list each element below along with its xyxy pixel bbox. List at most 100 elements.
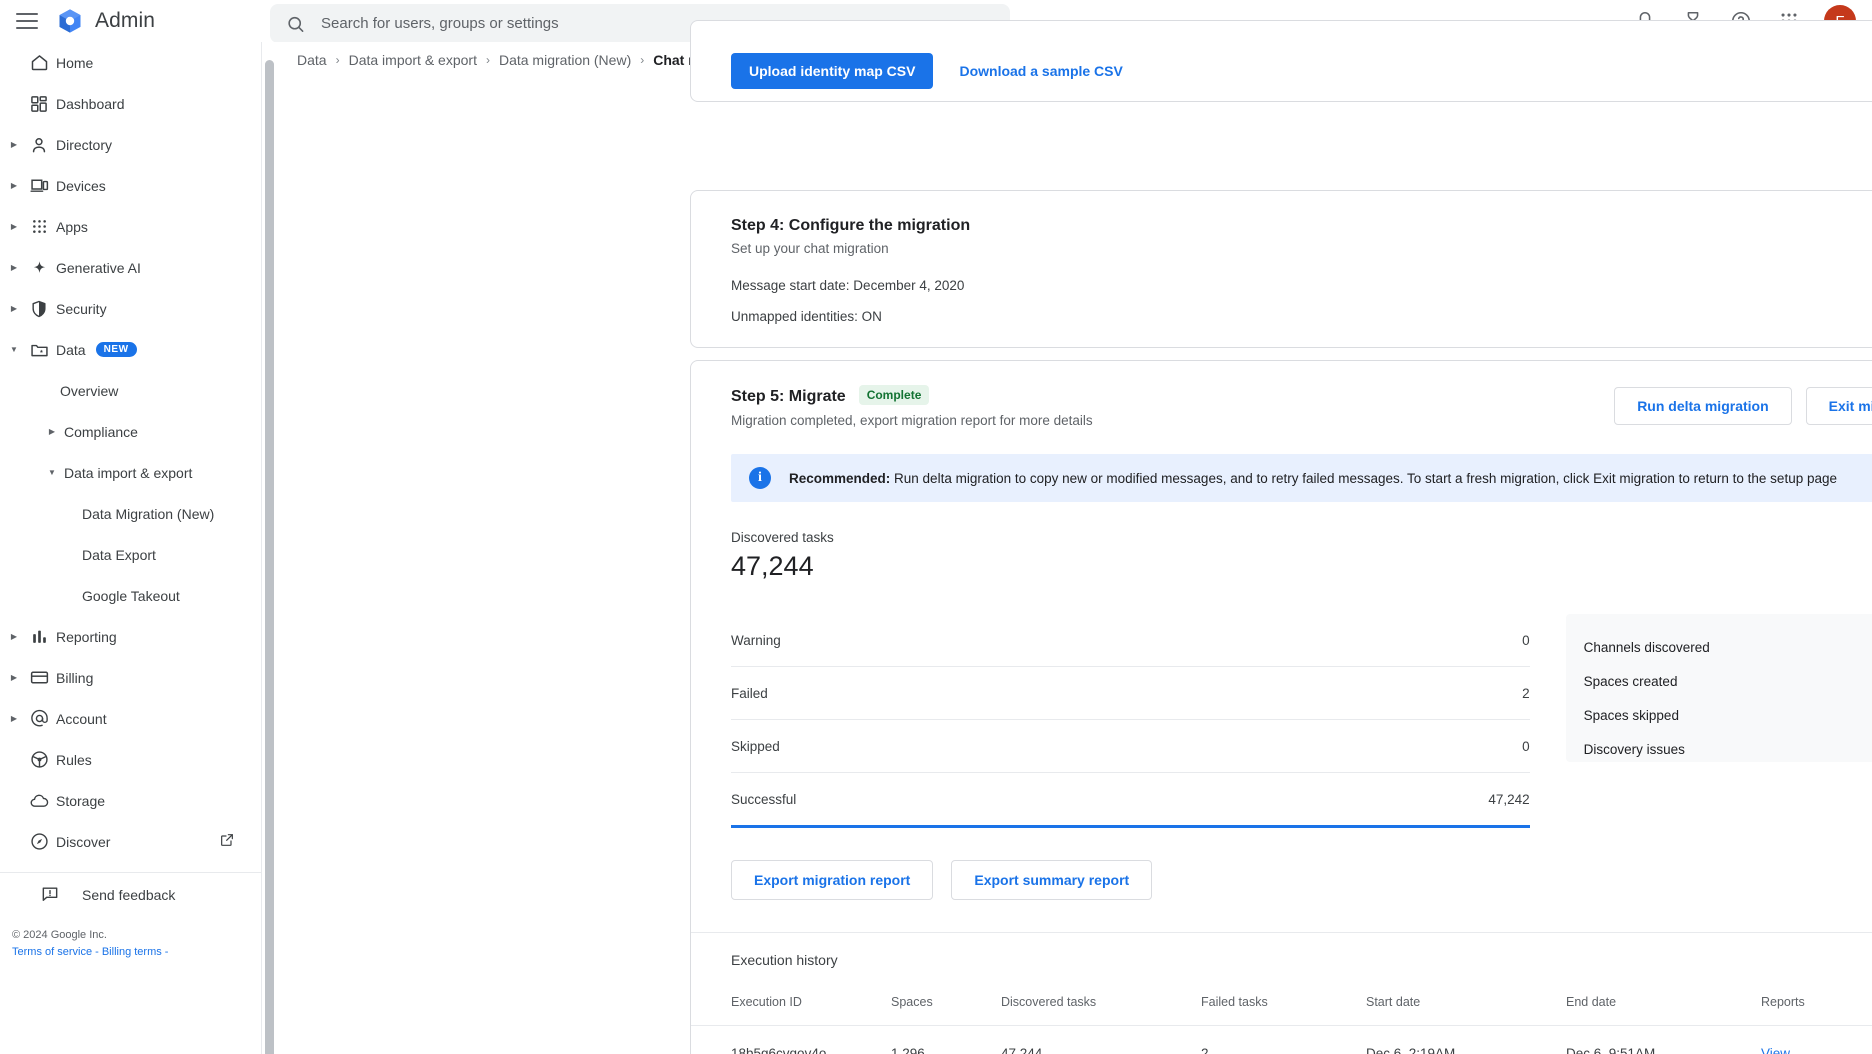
caret-icon: ▶ — [6, 304, 22, 313]
sidebar-item-storage[interactable]: ▶ Storage — [0, 780, 261, 821]
sidebar-item-data-export[interactable]: Data Export — [0, 534, 261, 575]
summary-label: Spaces created — [1584, 674, 1678, 689]
message-start-date: Message start date: December 4, 2020 — [731, 278, 1872, 293]
sidebar-item-google-takeout[interactable]: Google Takeout — [0, 575, 261, 616]
sidebar-item-label: Security — [56, 301, 107, 317]
cell-start-date: Dec 6, 2:19AM — [1366, 1026, 1566, 1054]
legal-links[interactable]: Terms of service - Billing terms - — [12, 946, 168, 958]
brand[interactable]: Admin — [56, 7, 155, 35]
sidebar-item-label: Discover — [56, 834, 110, 850]
table-row: 18b5g6cvqov4o 1,296 47,244 2 Dec 6, 2:19… — [691, 1026, 1872, 1054]
summary-row: Spaces skipped 0 — [1584, 698, 1872, 732]
sidebar-item-label: Dashboard — [56, 96, 125, 112]
column-header-failed-tasks: Failed tasks — [1201, 987, 1366, 1026]
sidebar-item-billing[interactable]: ▶ Billing — [0, 657, 261, 698]
sidebar-item-directory[interactable]: ▶ Directory — [0, 124, 261, 165]
banner-body: Run delta migration to copy new or modif… — [890, 471, 1837, 486]
export-summary-report-button[interactable]: Export summary report — [951, 860, 1152, 900]
column-header-execution-id: Execution ID — [691, 987, 891, 1026]
cell-end-date: Dec 6, 9:51AM — [1566, 1026, 1761, 1054]
cell-failed-tasks: 2 — [1201, 1026, 1366, 1054]
sidebar: ▶ Home ▶ Dashboard ▶ Director — [0, 42, 262, 1054]
sidebar-item-discover[interactable]: ▶ Discover — [0, 821, 261, 862]
sidebar-footer: © 2024 Google Inc. Terms of service - Bi… — [0, 927, 261, 961]
column-header-reports: Reports — [1761, 987, 1872, 1026]
cell-execution-id: 18b5g6cvqov4o — [691, 1026, 891, 1054]
summary-row: Discovery issues 0 — [1584, 732, 1872, 766]
device-icon — [22, 175, 56, 196]
discovered-tasks-label: Discovered tasks — [731, 530, 1872, 545]
info-icon: i — [749, 467, 771, 489]
admin-logo-icon — [56, 7, 84, 35]
export-buttons: Export migration report Export summary r… — [731, 860, 1872, 900]
sidebar-item-account[interactable]: ▶ Account — [0, 698, 261, 739]
stat-label: Failed — [731, 686, 768, 701]
sidebar-item-security[interactable]: ▶ Security — [0, 288, 261, 329]
sidebar-item-data[interactable]: ▼ Data NEW — [0, 329, 261, 370]
credit-card-icon — [22, 667, 56, 688]
sidebar-item-generative-ai[interactable]: ▶ Generative AI — [0, 247, 261, 288]
bar-chart-icon — [22, 627, 56, 646]
export-migration-report-button[interactable]: Export migration report — [731, 860, 933, 900]
stats-area: Warning 0 Failed 2 Skipped 0 Successful … — [731, 614, 1872, 826]
success-progress-bar — [731, 825, 1530, 828]
shield-icon — [22, 299, 56, 319]
breadcrumb-separator: › — [486, 53, 490, 67]
stat-value: 47,242 — [1488, 792, 1529, 807]
banner-prefix: Recommended: — [789, 471, 890, 486]
stat-row: Successful 47,242 — [731, 773, 1530, 826]
migration-summary-box: Channels discovered 1,297 Spaces created… — [1566, 614, 1872, 762]
execution-history-header[interactable]: Execution history — [691, 933, 1872, 987]
search-icon — [286, 14, 305, 34]
sidebar-item-label: Google Takeout — [82, 588, 180, 604]
run-delta-migration-button[interactable]: Run delta migration — [1614, 387, 1791, 425]
dashboard-icon — [22, 94, 56, 114]
sidebar-item-rules[interactable]: ▶ Rules — [0, 739, 261, 780]
caret-icon: ▶ — [6, 632, 22, 641]
send-feedback-button[interactable]: Send feedback — [0, 873, 261, 917]
sidebar-item-label: Account — [56, 711, 107, 727]
breadcrumb-item-data[interactable]: Data — [297, 52, 327, 68]
cell-discovered-tasks: 47,244 — [1001, 1026, 1201, 1054]
caret-down-icon: ▼ — [6, 345, 22, 354]
content-scrollbar[interactable] — [262, 50, 276, 1054]
sidebar-item-label: Devices — [56, 178, 106, 194]
exit-migration-button[interactable]: Exit migration — [1806, 387, 1872, 425]
caret-icon: ▶ — [6, 714, 22, 723]
sidebar-item-reporting[interactable]: ▶ Reporting — [0, 616, 261, 657]
caret-icon: ▶ — [44, 427, 60, 436]
summary-row: Channels discovered 1,297 — [1584, 630, 1872, 664]
sidebar-item-label: Data import & export — [64, 465, 192, 481]
step4-card: Step 4: Configure the migration Set up y… — [690, 190, 1872, 348]
home-icon — [22, 52, 56, 73]
view-report-link[interactable]: View — [1761, 1046, 1790, 1054]
feedback-icon — [40, 884, 60, 907]
step3-partial-card: Upload identity map CSV Download a sampl… — [690, 20, 1872, 102]
column-header-start-date: Start date — [1366, 987, 1566, 1026]
summary-label: Channels discovered — [1584, 640, 1710, 655]
sidebar-item-label: Overview — [60, 383, 118, 399]
upload-identity-map-csv-button[interactable]: Upload identity map CSV — [731, 53, 933, 89]
stat-value: 2 — [1522, 686, 1530, 701]
sidebar-item-dashboard[interactable]: ▶ Dashboard — [0, 83, 261, 124]
step4-title: Step 4: Configure the migration — [731, 217, 970, 235]
hamburger-icon[interactable] — [16, 8, 42, 34]
sidebar-item-label: Home — [56, 55, 93, 71]
caret-down-icon: ▼ — [44, 468, 60, 477]
sidebar-item-overview[interactable]: Overview — [0, 370, 261, 411]
download-sample-csv-link[interactable]: Download a sample CSV — [959, 63, 1122, 79]
breadcrumb-item-data-migration[interactable]: Data migration (New) — [499, 52, 631, 68]
sidebar-item-data-migration-new[interactable]: Data Migration (New) — [0, 493, 261, 534]
scrollbar-thumb[interactable] — [265, 60, 274, 1054]
admin-console-page: Admin — [0, 0, 1872, 1054]
sidebar-item-devices[interactable]: ▶ Devices — [0, 165, 261, 206]
breadcrumb-item-data-import-export[interactable]: Data import & export — [349, 52, 477, 68]
sidebar-item-home[interactable]: ▶ Home — [0, 42, 261, 83]
sidebar-item-compliance[interactable]: ▶ Compliance — [0, 411, 261, 452]
sidebar-item-data-import-export[interactable]: ▼ Data import & export — [0, 452, 261, 493]
sidebar-item-apps[interactable]: ▶ Apps — [0, 206, 261, 247]
caret-icon: ▶ — [6, 181, 22, 190]
task-stat-list: Warning 0 Failed 2 Skipped 0 Successful … — [731, 614, 1530, 826]
column-header-end-date: End date — [1566, 987, 1761, 1026]
sparkle-icon — [22, 257, 56, 278]
